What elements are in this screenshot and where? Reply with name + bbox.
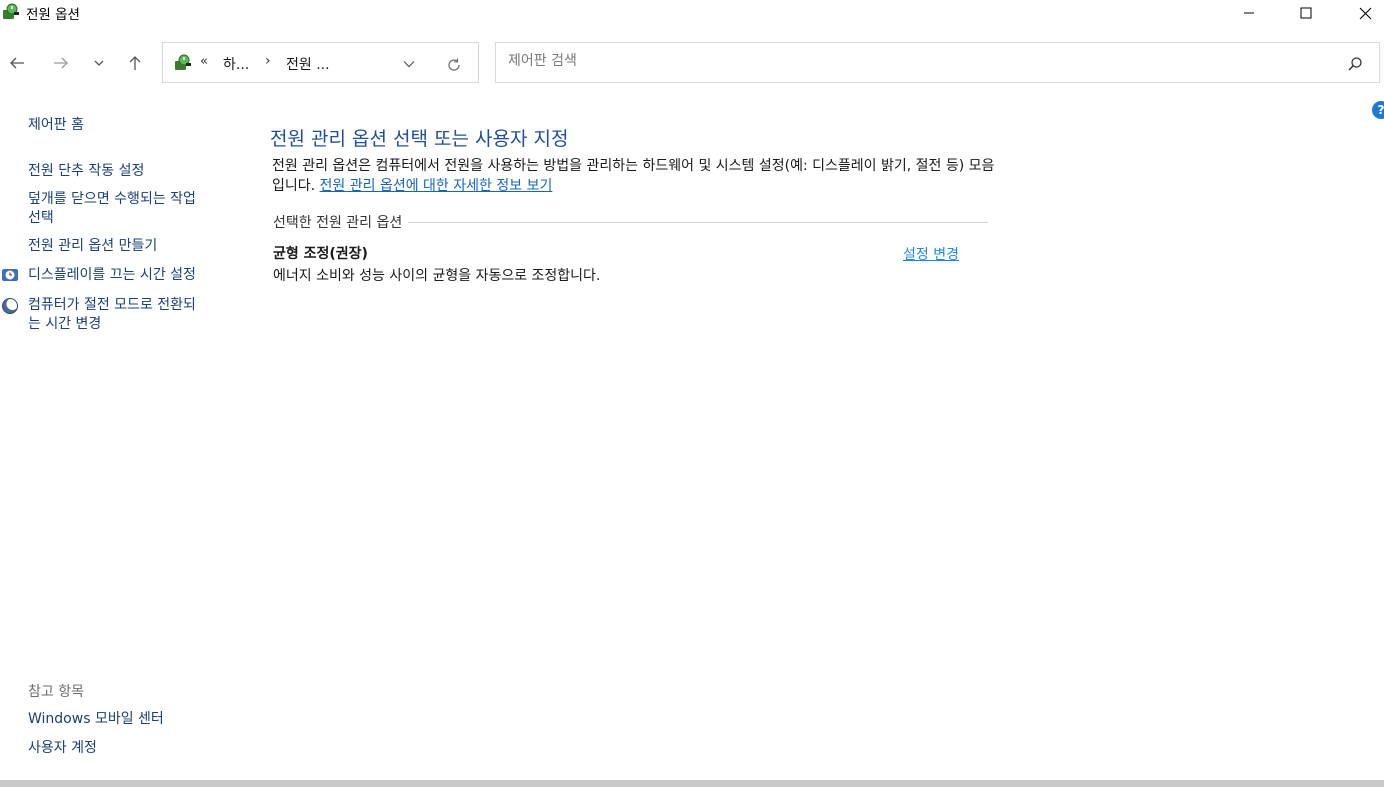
power-options-icon [172, 53, 192, 73]
maximize-button[interactable] [1283, 0, 1329, 26]
arrow-up-icon [129, 56, 141, 70]
title-bar: 전원 옵션 [0, 0, 1384, 28]
sidebar-item-sleep-time[interactable]: 컴퓨터가 절전 모드로 전환되 는 시간 변경 [28, 296, 196, 334]
chevron-down-icon [403, 61, 415, 68]
address-dropdown-button[interactable] [399, 54, 419, 74]
recent-locations-button[interactable] [88, 52, 110, 74]
close-button[interactable] [1342, 0, 1384, 26]
change-plan-settings-link[interactable]: 설정 변경 [903, 244, 959, 264]
plan-name: 균형 조정(권장) [273, 246, 368, 262]
minimize-button[interactable] [1226, 0, 1272, 26]
address-bar[interactable]: « 하... › 전원 ... [162, 42, 479, 83]
back-button[interactable] [6, 52, 28, 74]
sidebar-item-power-buttons[interactable]: 전원 단추 작동 설정 [28, 162, 144, 181]
forward-button[interactable] [50, 52, 72, 74]
refresh-button[interactable] [443, 54, 465, 76]
arrow-left-icon [10, 57, 24, 69]
up-button[interactable] [124, 52, 146, 74]
chevron-down-icon [94, 60, 104, 66]
window-bottom-edge [0, 780, 1384, 787]
control-panel-home-link[interactable]: 제어판 홈 [28, 116, 84, 135]
display-timer-icon [1, 266, 19, 284]
breadcrumb-segment-power[interactable]: 전원 ... [286, 54, 330, 74]
sidebar-item-lid-close[interactable]: 덮개를 닫으면 수행되는 작업 선택 [28, 190, 196, 228]
power-options-icon [0, 2, 20, 22]
arrow-right-icon [54, 57, 68, 69]
breadcrumb-separator[interactable]: › [265, 53, 271, 69]
sleep-moon-icon [1, 297, 19, 315]
see-also-title: 참고 항목 [28, 684, 84, 700]
sidebar-item-create-plan[interactable]: 전원 관리 옵션 만들기 [28, 237, 157, 256]
refresh-icon [448, 58, 460, 71]
see-also-mobility-center[interactable]: Windows 모바일 센터 [28, 710, 164, 729]
learn-more-link[interactable]: 전원 관리 옵션에 대한 자세한 정보 보기 [320, 178, 553, 194]
page-title: 전원 관리 옵션 선택 또는 사용자 지정 [270, 128, 569, 150]
plan-description: 에너지 소비와 성능 사이의 균형을 자동으로 조정합니다. [273, 268, 601, 284]
help-icon[interactable]: ? [1372, 101, 1384, 119]
search-icon[interactable] [1345, 54, 1365, 74]
sidebar-item-display-off[interactable]: 디스플레이를 끄는 시간 설정 [28, 266, 196, 285]
see-also-user-accounts[interactable]: 사용자 계정 [28, 739, 97, 758]
breadcrumb-segment-hardware[interactable]: 하... [223, 54, 249, 74]
search-input[interactable] [508, 53, 1308, 69]
breadcrumb-overflow[interactable]: « [200, 54, 208, 69]
section-title: 선택한 전원 관리 옵션 [273, 212, 409, 232]
page-description: 전원 관리 옵션은 컴퓨터에서 전원을 사용하는 방법을 관리하는 하드웨어 및… [272, 156, 1002, 196]
search-box[interactable] [495, 42, 1380, 83]
window-title: 전원 옵션 [26, 7, 80, 23]
